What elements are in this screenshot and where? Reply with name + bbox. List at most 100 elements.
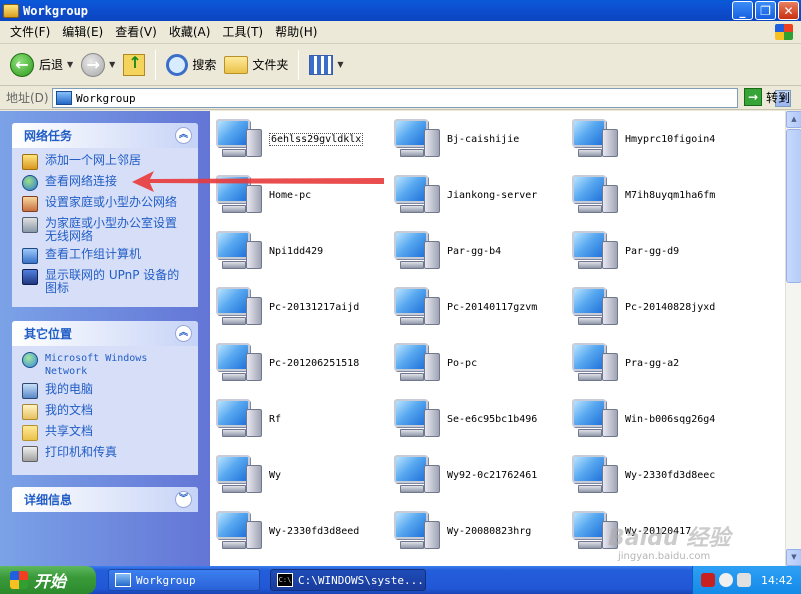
computer-item[interactable]: Po-pc <box>392 335 570 391</box>
details-header[interactable]: 详细信息 ︾ <box>12 487 198 512</box>
search-icon <box>166 53 189 76</box>
computer-icon <box>570 229 620 273</box>
forward-button[interactable]: → ▼ <box>77 48 119 82</box>
task-label: 查看网络连接 <box>45 174 118 188</box>
menu-help[interactable]: 帮助(H) <box>269 22 323 42</box>
computer-item[interactable]: Home-pc <box>214 167 392 223</box>
computer-item[interactable]: Wy-2330fd3d8eec <box>570 447 748 503</box>
scroll-down-icon[interactable]: ▼ <box>786 549 801 566</box>
menu-tools[interactable]: 工具(T) <box>216 22 269 42</box>
task-label: 设置家庭或小型办公网络 <box>45 195 178 209</box>
minimize-button[interactable]: _ <box>732 1 753 20</box>
place-printers-faxes[interactable]: 打印机和传真 <box>22 446 190 462</box>
start-button[interactable]: 开始 <box>0 566 96 594</box>
task-show-upnp[interactable]: 显示联网的 UPnP 设备的图标 <box>22 269 190 295</box>
computer-item[interactable]: Wy92-0c21762461 <box>392 447 570 503</box>
workgroup-icon <box>22 248 38 264</box>
task-add-network-place[interactable]: 添加一个网上邻居 <box>22 154 190 170</box>
address-input[interactable]: Workgroup ▼ <box>52 88 791 108</box>
scroll-up-icon[interactable]: ▲ <box>786 111 801 128</box>
computer-item[interactable]: Wy-20120417 <box>570 503 748 559</box>
globe-icon <box>22 175 38 191</box>
chevron-up-icon[interactable]: ︽ <box>175 127 192 144</box>
computer-icon <box>570 453 620 497</box>
menu-view[interactable]: 查看(V) <box>109 22 163 42</box>
menu-file[interactable]: 文件(F) <box>4 22 56 42</box>
computer-name: Bj-caishijie <box>447 133 520 145</box>
computer-name: Pc-20140828jyxd <box>625 301 716 313</box>
computer-item[interactable]: M7ih8uyqm1ha6fm <box>570 167 748 223</box>
task-label: 为家庭或小型办公室设置无线网络 <box>45 216 178 243</box>
computer-item[interactable]: 6ehlss29gvldklx <box>214 111 392 167</box>
toolbar-divider <box>298 49 300 80</box>
computer-item[interactable]: Bj-caishijie <box>392 111 570 167</box>
task-view-workgroup[interactable]: 查看工作组计算机 <box>22 248 190 264</box>
browser-icon[interactable] <box>719 573 733 587</box>
volume-icon[interactable] <box>737 573 751 587</box>
network-globe-icon <box>22 352 38 368</box>
search-button[interactable]: 搜索 <box>162 48 220 82</box>
computer-icon <box>22 383 38 399</box>
computer-item[interactable]: Par-gg-b4 <box>392 223 570 279</box>
back-button[interactable]: ← 后退 ▼ <box>6 48 77 82</box>
printer-icon <box>22 446 38 462</box>
go-button[interactable]: → 转到 <box>744 88 790 106</box>
network-tasks-panel: 网络任务 ︽ 添加一个网上邻居 查看网络连接 设置家庭或小型办公网络 为家庭或小… <box>12 123 198 307</box>
other-places-header[interactable]: 其它位置 ︽ <box>12 321 198 346</box>
computer-item[interactable]: Jiankong-server <box>392 167 570 223</box>
chevron-down-icon[interactable]: ▼ <box>67 60 73 69</box>
maximize-button[interactable]: ❐ <box>755 1 776 20</box>
computer-icon <box>392 453 442 497</box>
computer-item[interactable]: Pc-201206251518 <box>214 335 392 391</box>
taskbar-item-workgroup[interactable]: Workgroup <box>108 569 260 591</box>
command-prompt-icon: C:\ <box>277 573 293 587</box>
computer-icon <box>392 509 442 553</box>
other-places-panel: 其它位置 ︽ Microsoft Windows Network 我的电脑 我的… <box>12 321 198 475</box>
computer-item[interactable]: Pc-20140117gzvm <box>392 279 570 335</box>
scrollbar-thumb[interactable] <box>786 129 801 283</box>
network-tasks-header[interactable]: 网络任务 ︽ <box>12 123 198 148</box>
close-button[interactable]: ✕ <box>778 1 799 20</box>
computer-item[interactable]: Hmyprc10figoin4 <box>570 111 748 167</box>
place-microsoft-network[interactable]: Microsoft Windows Network <box>22 352 190 378</box>
computer-item[interactable]: Pra-gg-a2 <box>570 335 748 391</box>
chevron-down-icon[interactable]: ︾ <box>175 491 192 508</box>
chevron-down-icon[interactable]: ▼ <box>109 60 115 69</box>
task-view-network-connections[interactable]: 查看网络连接 <box>22 175 190 191</box>
computer-item[interactable]: Par-gg-d9 <box>570 223 748 279</box>
computer-icon <box>392 117 442 161</box>
chevron-up-icon[interactable]: ︽ <box>175 325 192 342</box>
computer-item[interactable]: Npi1dd429 <box>214 223 392 279</box>
computer-icon <box>392 397 442 441</box>
up-button[interactable] <box>119 48 149 82</box>
task-setup-home-network[interactable]: 设置家庭或小型办公网络 <box>22 196 190 212</box>
computer-item[interactable]: Wy <box>214 447 392 503</box>
computer-item[interactable]: Se-e6c95bc1b496 <box>392 391 570 447</box>
place-label: 共享文档 <box>45 424 94 438</box>
place-my-documents[interactable]: 我的文档 <box>22 404 190 420</box>
computer-item[interactable]: Wy-2330fd3d8eed <box>214 503 392 559</box>
network-icon <box>115 573 131 587</box>
computer-icon <box>392 285 442 329</box>
vertical-scrollbar[interactable]: ▲ ▼ <box>785 111 801 566</box>
views-button[interactable]: ▼ <box>305 48 347 82</box>
start-label: 开始 <box>34 572 67 591</box>
computer-item[interactable]: Rf <box>214 391 392 447</box>
task-setup-wireless[interactable]: 为家庭或小型办公室设置无线网络 <box>22 217 190 243</box>
computer-item[interactable]: Pc-20131217aijd <box>214 279 392 335</box>
computer-item[interactable]: Wy-20080823hrg <box>392 503 570 559</box>
place-label: 打印机和传真 <box>45 445 118 459</box>
computer-item[interactable]: Pc-20140828jyxd <box>570 279 748 335</box>
place-label: Microsoft Windows Network <box>45 353 148 377</box>
security-shield-icon[interactable] <box>701 573 715 587</box>
place-my-computer[interactable]: 我的电脑 <box>22 383 190 399</box>
computer-item[interactable]: Win-b006sqg26g4 <box>570 391 748 447</box>
menu-edit[interactable]: 编辑(E) <box>56 22 109 42</box>
folders-button[interactable]: 文件夹 <box>220 48 292 82</box>
clock[interactable]: 14:42 <box>761 574 793 587</box>
chevron-down-icon[interactable]: ▼ <box>337 60 343 69</box>
menu-favorites[interactable]: 收藏(A) <box>163 22 217 42</box>
place-shared-documents[interactable]: 共享文档 <box>22 425 190 441</box>
taskbar-item-cmd[interactable]: C:\ C:\WINDOWS\syste... <box>270 569 426 591</box>
panel-title: 其它位置 <box>24 327 73 341</box>
